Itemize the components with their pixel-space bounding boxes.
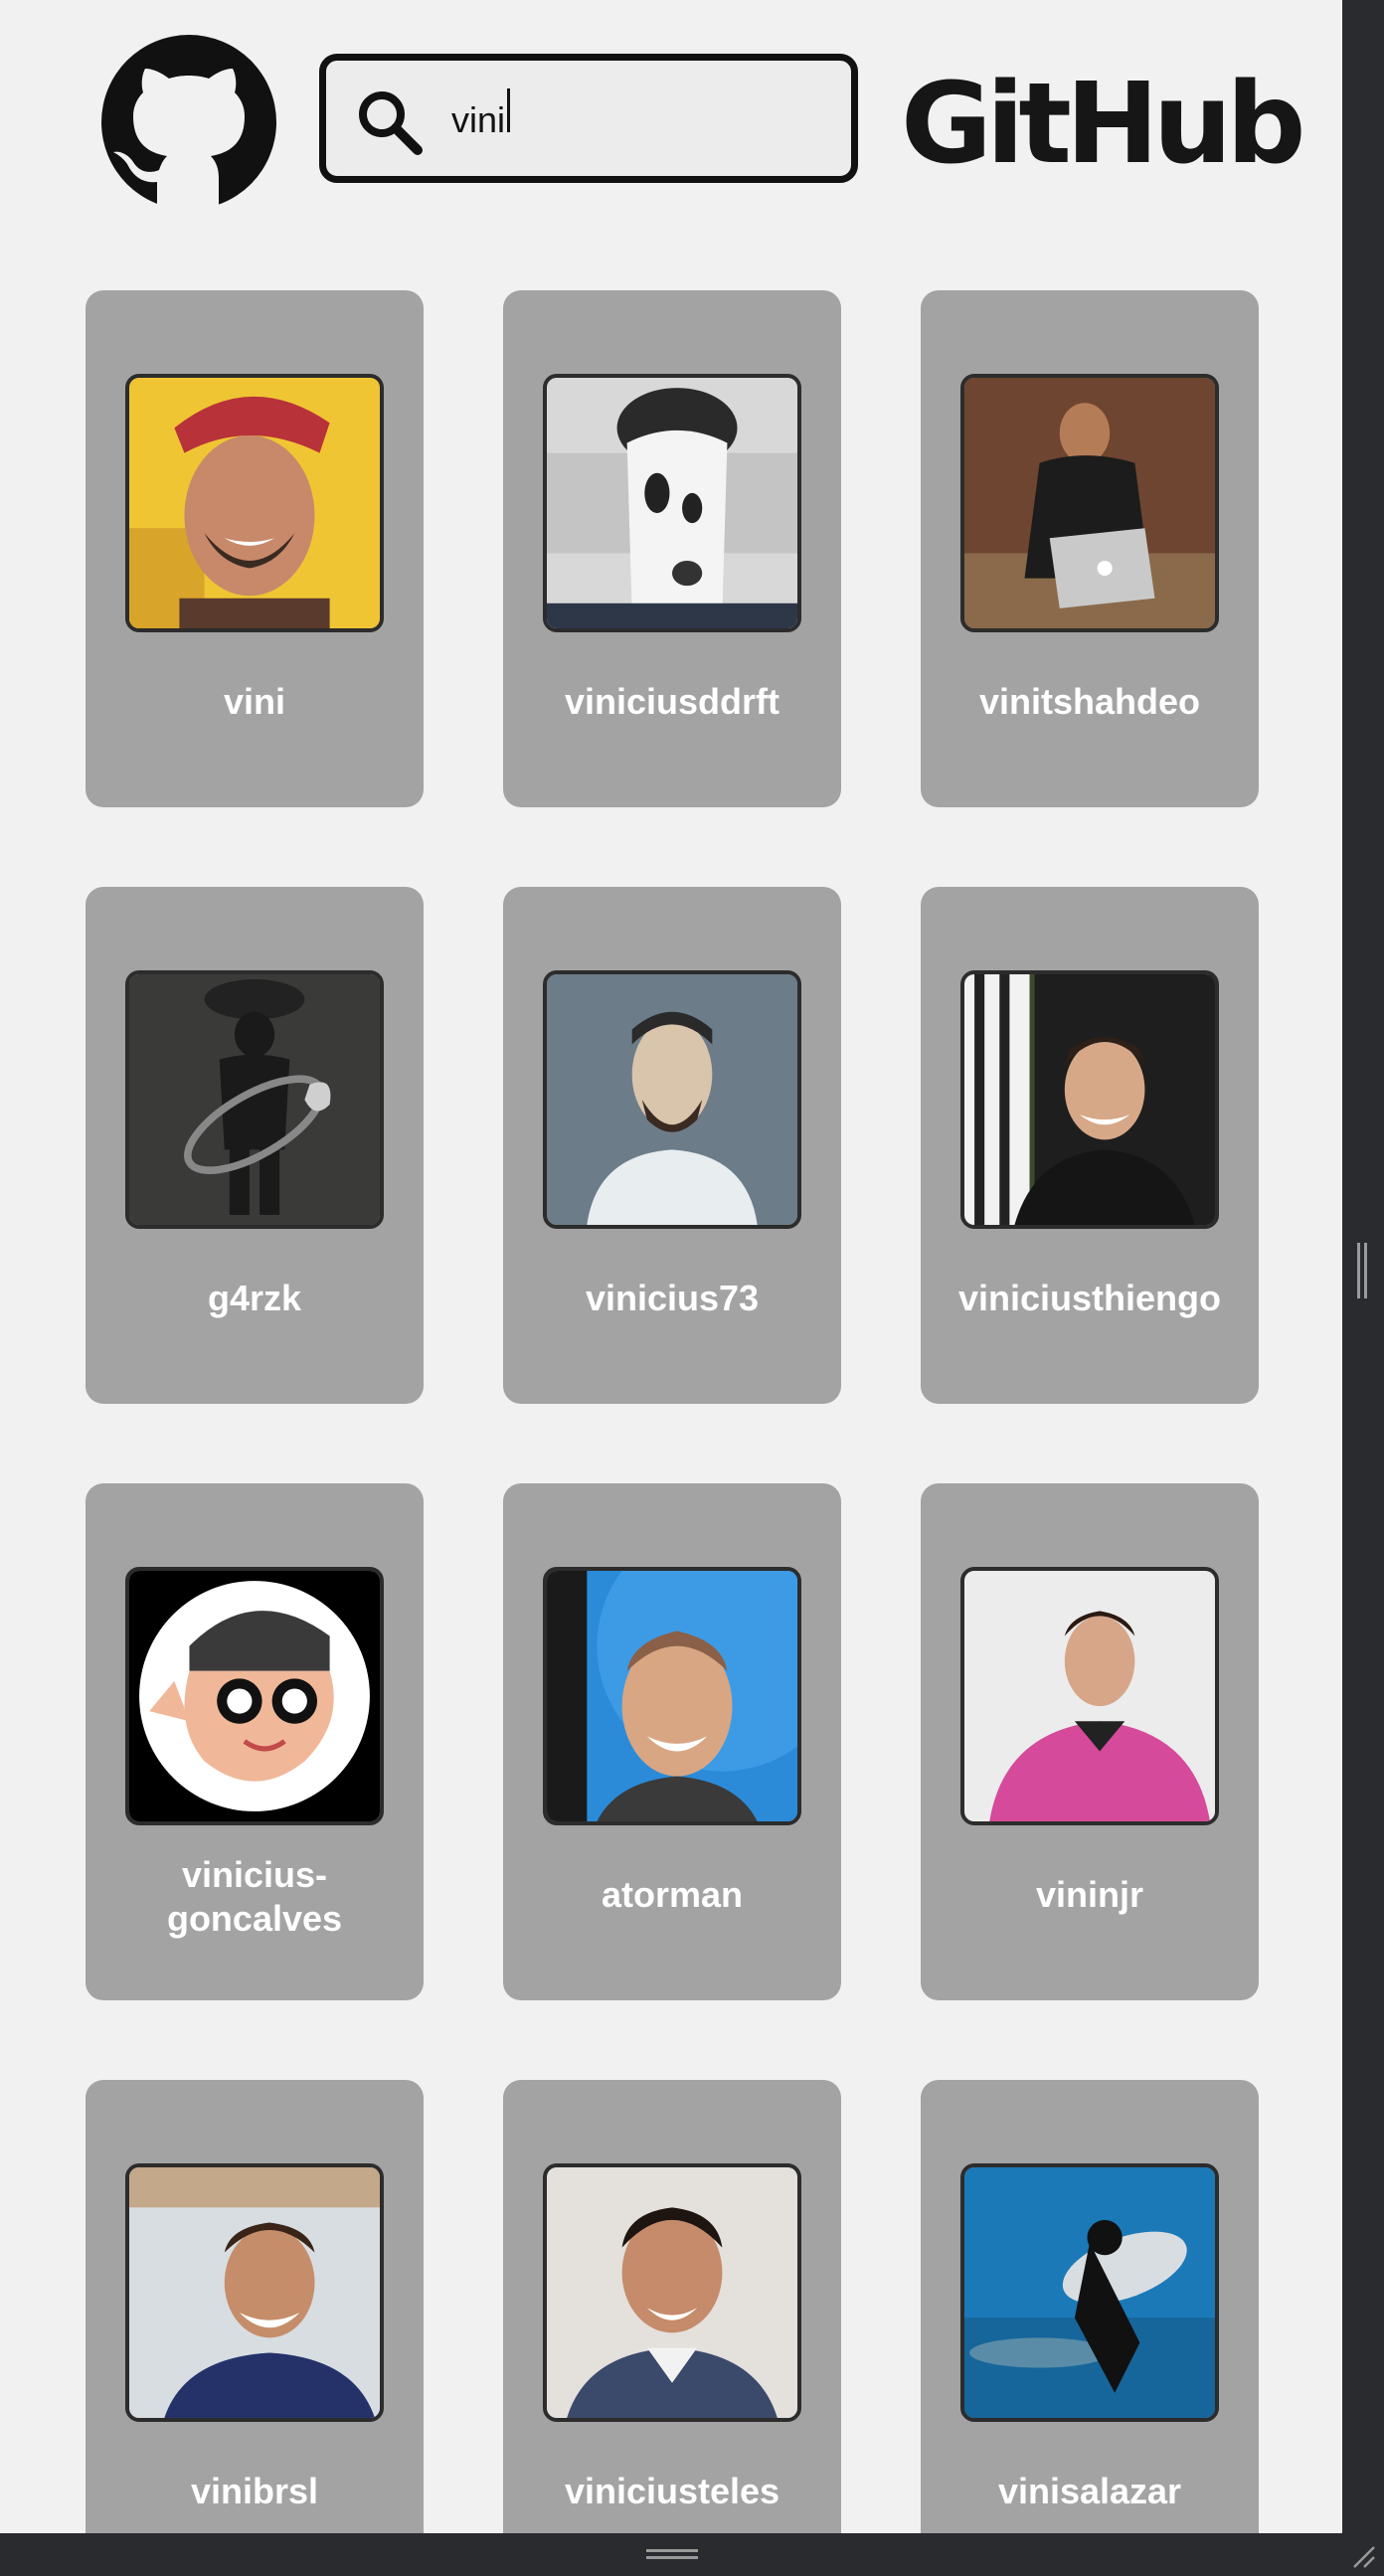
user-avatar: [543, 1567, 801, 1825]
user-avatar: [543, 374, 801, 632]
bottom-resize-bar[interactable]: [0, 2533, 1384, 2575]
user-card[interactable]: vinisalazar: [921, 2080, 1259, 2533]
user-login[interactable]: viniciusddrft: [513, 680, 831, 724]
user-login[interactable]: vinisalazar: [931, 2470, 1249, 2513]
page-viewport: GitHub vini: [0, 0, 1342, 2533]
user-login[interactable]: vini: [95, 680, 414, 724]
drag-handle-icon[interactable]: [1354, 1243, 1370, 1298]
user-avatar: [125, 1567, 384, 1825]
user-avatar: [125, 2163, 384, 2422]
user-avatar: [543, 970, 801, 1229]
search-icon[interactable]: [354, 86, 426, 158]
resize-corner-icon[interactable]: [1348, 2541, 1378, 2571]
user-card[interactable]: vinibrsl: [86, 2080, 424, 2533]
user-login[interactable]: vinibrsl: [95, 2470, 414, 2513]
user-card[interactable]: atorman: [503, 1483, 841, 2000]
user-avatar: [960, 374, 1219, 632]
user-avatar: [543, 2163, 801, 2422]
user-card[interactable]: viniciusteles: [503, 2080, 841, 2533]
user-card[interactable]: viniciusthiengo: [921, 887, 1259, 1404]
user-login[interactable]: g4rzk: [95, 1277, 414, 1320]
github-octocat-icon[interactable]: [99, 33, 278, 212]
text-cursor: [507, 88, 510, 132]
user-avatar: [960, 970, 1219, 1229]
search-box[interactable]: [319, 54, 858, 183]
user-login[interactable]: viniciusteles: [513, 2470, 831, 2513]
user-card[interactable]: vinitshahdeo: [921, 290, 1259, 807]
user-login[interactable]: viniciusthiengo: [931, 1277, 1249, 1320]
github-wordmark: GitHub: [901, 60, 1305, 189]
user-login[interactable]: vinicius-goncalves: [95, 1853, 414, 1941]
user-login[interactable]: vininjr: [931, 1873, 1249, 1917]
user-avatar: [960, 1567, 1219, 1825]
user-avatar: [125, 970, 384, 1229]
app-header: GitHub: [0, 0, 1342, 249]
user-card[interactable]: vininjr: [921, 1483, 1259, 2000]
vertical-scrollbar[interactable]: [1342, 0, 1384, 2533]
user-card[interactable]: viniciusddrft: [503, 290, 841, 807]
user-card[interactable]: g4rzk: [86, 887, 424, 1404]
user-login[interactable]: atorman: [513, 1873, 831, 1917]
user-avatar: [125, 374, 384, 632]
user-login[interactable]: vinicius73: [513, 1277, 831, 1320]
horizontal-drag-handle-icon[interactable]: [646, 2547, 698, 2561]
user-avatar: [960, 2163, 1219, 2422]
user-login[interactable]: vinitshahdeo: [931, 680, 1249, 724]
user-card[interactable]: vinicius73: [503, 887, 841, 1404]
user-card[interactable]: vinicius-goncalves: [86, 1483, 424, 2000]
user-card[interactable]: vini: [86, 290, 424, 807]
